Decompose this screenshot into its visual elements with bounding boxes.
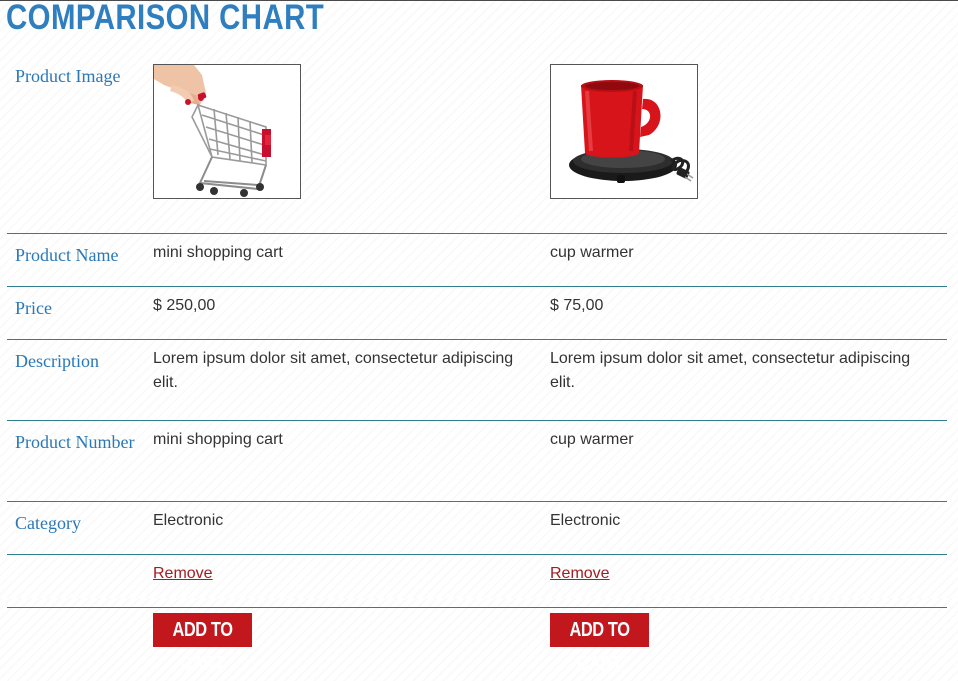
cup-warmer-image xyxy=(551,65,697,198)
remove-cell: Remove xyxy=(153,554,550,608)
description-value: Lorem ipsum dolor sit amet, consectetur … xyxy=(153,339,550,421)
price-value: $ 75,00 xyxy=(550,286,947,340)
product-image[interactable] xyxy=(153,64,301,199)
add-to-cart-label: Add to cart xyxy=(569,619,630,675)
remove-link[interactable]: Remove xyxy=(153,565,213,582)
price-label: Price xyxy=(7,286,153,340)
add-to-cart-row: Add to cart Add to cart xyxy=(7,608,947,679)
page-title: Comparison Chart xyxy=(6,0,325,37)
product-number-row: Product Number mini shopping cart cup wa… xyxy=(7,420,947,502)
product-name-value: cup warmer xyxy=(550,233,947,287)
shopping-cart-image xyxy=(154,65,300,198)
add-to-cart-cell: Add to cart xyxy=(550,608,947,679)
price-value: $ 250,00 xyxy=(153,286,550,340)
product-number-value: cup warmer xyxy=(550,420,947,502)
description-row: Description Lorem ipsum dolor sit amet, … xyxy=(7,339,947,421)
category-value: Electronic xyxy=(550,501,947,555)
price-row: Price $ 250,00 $ 75,00 xyxy=(7,286,947,340)
description-label: Description xyxy=(7,339,153,421)
product-image-cell xyxy=(153,52,550,234)
comparison-table: Product Image Product Name mini shopping… xyxy=(7,52,947,678)
add-to-cart-button[interactable]: Add to cart xyxy=(153,613,252,675)
product-image-row: Product Image xyxy=(7,52,947,234)
product-number-label: Product Number xyxy=(7,420,153,502)
category-value: Electronic xyxy=(153,501,550,555)
remove-link[interactable]: Remove xyxy=(550,565,610,582)
category-label: Category xyxy=(7,501,153,555)
product-name-value: mini shopping cart xyxy=(153,233,550,287)
product-name-row: Product Name mini shopping cart cup warm… xyxy=(7,233,947,287)
add-to-cart-button[interactable]: Add to cart xyxy=(550,613,649,675)
add-to-cart-cell: Add to cart xyxy=(153,608,550,679)
add-to-cart-label: Add to cart xyxy=(172,619,233,675)
product-image-cell xyxy=(550,52,947,234)
product-image[interactable] xyxy=(550,64,698,199)
empty-label xyxy=(7,554,153,608)
product-image-label: Product Image xyxy=(7,52,153,234)
remove-cell: Remove xyxy=(550,554,947,608)
description-value: Lorem ipsum dolor sit amet, consectetur … xyxy=(550,339,947,421)
product-name-label: Product Name xyxy=(7,233,153,287)
empty-label xyxy=(7,608,153,679)
product-number-value: mini shopping cart xyxy=(153,420,550,502)
remove-row: Remove Remove xyxy=(7,554,947,608)
category-row: Category Electronic Electronic xyxy=(7,501,947,555)
